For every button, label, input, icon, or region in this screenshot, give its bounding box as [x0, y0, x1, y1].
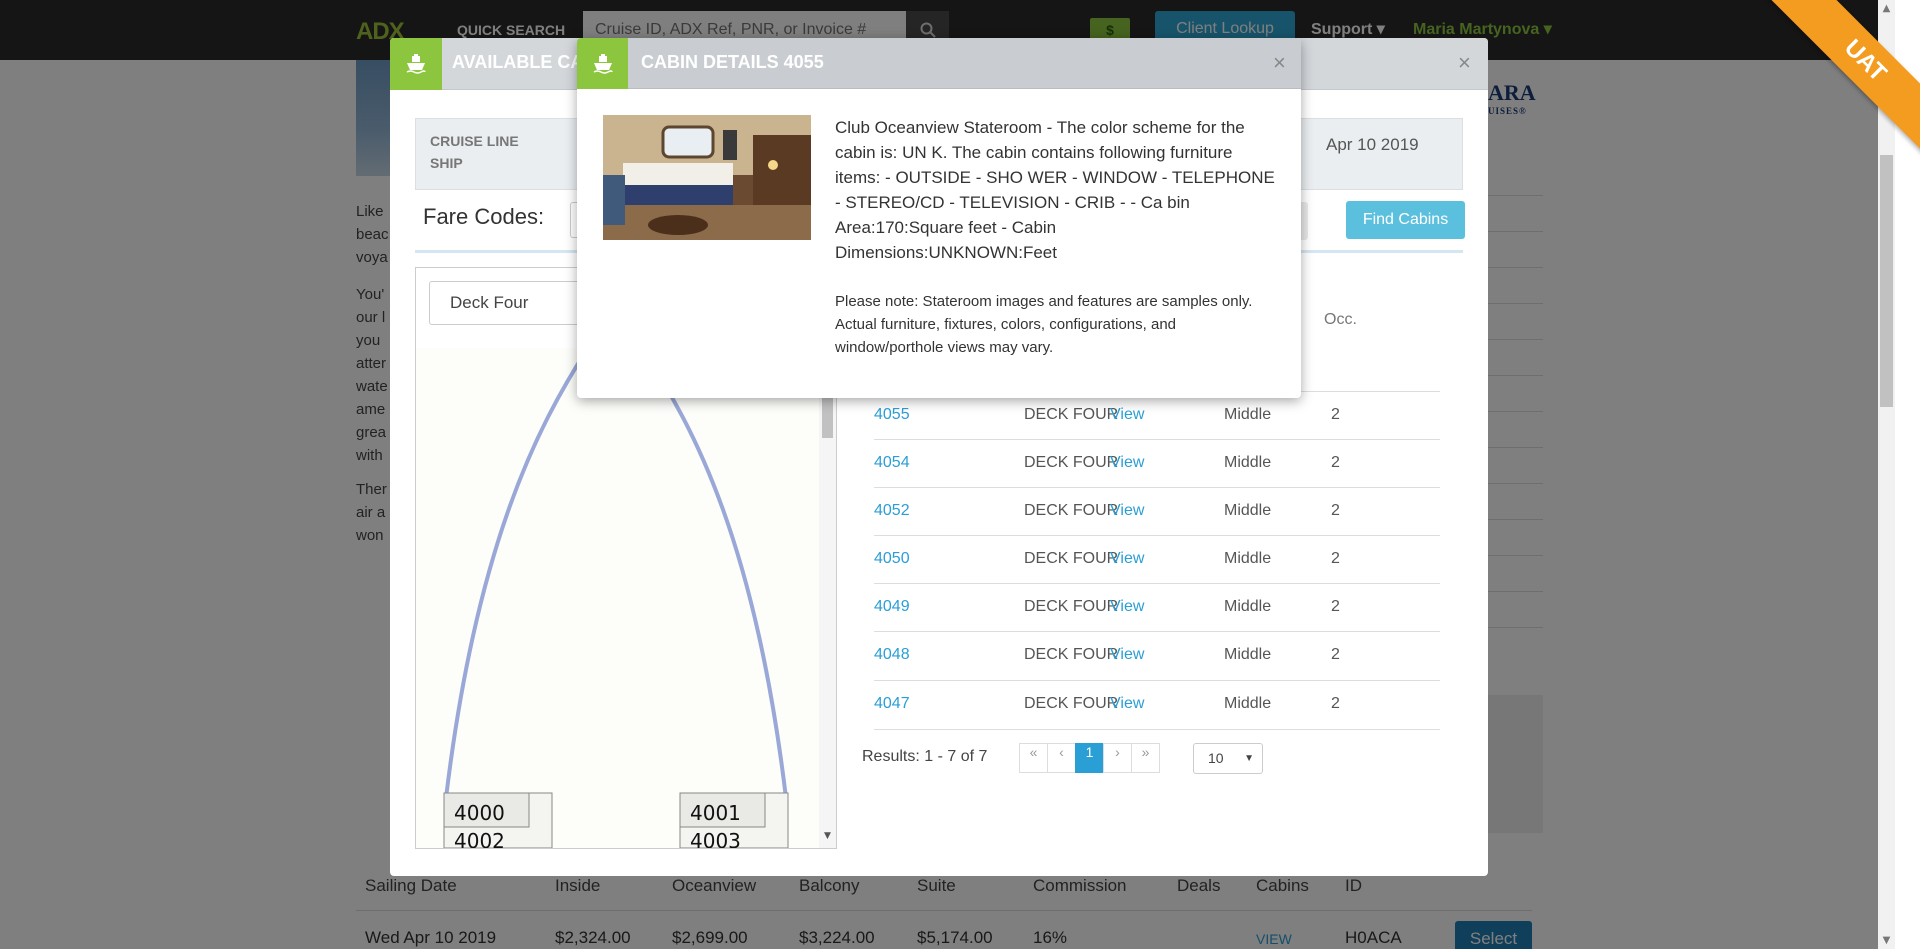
cabin-deck: DECK FOUR [1024, 695, 1119, 712]
cabin-deck: DECK FOUR [1024, 646, 1119, 663]
deck-cabin-label[interactable]: 4002 [454, 829, 505, 848]
scroll-down-arrow-icon[interactable]: ▼ [819, 828, 836, 845]
cabin-number-link[interactable]: 4049 [874, 598, 910, 616]
col-occupancy: Occ. [1324, 311, 1357, 328]
table-row: 4050 DECK FOUR View Middle 2 [874, 535, 1440, 583]
deck-outline: 4000 4002 4001 4003 [443, 346, 789, 848]
cabin-number-link[interactable]: 4055 [874, 406, 910, 424]
cruise-line-label: CRUISE LINE [430, 133, 519, 149]
ship-icon [577, 38, 628, 89]
cabin-location: Middle [1224, 598, 1272, 615]
cabin-number-link[interactable]: 4052 [874, 502, 910, 520]
cabin-number-link[interactable]: 4050 [874, 550, 910, 568]
cabin-location: Middle [1224, 550, 1272, 567]
deck-cabin-label[interactable]: 4003 [690, 829, 741, 848]
scroll-up-arrow-icon[interactable]: ▲ [1878, 0, 1895, 17]
deck-plan-map[interactable]: 4000 4002 4001 4003 [416, 346, 820, 848]
cabin-location: Middle [1224, 695, 1272, 712]
cabin-occupancy: 2 [1331, 598, 1340, 615]
view-deck-link[interactable]: View [1110, 502, 1144, 520]
table-row: 4055 DECK FOUR View Middle 2 [874, 391, 1440, 439]
table-row: 4049 DECK FOUR View Middle 2 [874, 583, 1440, 631]
cabin-description: Club Oceanview Stateroom - The color sch… [835, 118, 1275, 262]
cabin-deck: DECK FOUR [1024, 550, 1119, 567]
fare-codes-label: Fare Codes: [423, 204, 545, 229]
cabin-number-link[interactable]: 4048 [874, 646, 910, 664]
page-size-value: 10 [1208, 750, 1224, 766]
page-scrollbar[interactable] [1878, 0, 1895, 949]
modal-header: CABIN DETAILS 4055 × [577, 38, 1301, 89]
cabin-number-link[interactable]: 4054 [874, 454, 910, 472]
view-deck-link[interactable]: View [1110, 406, 1144, 424]
cabin-occupancy: 2 [1331, 406, 1340, 423]
next-page-button[interactable]: › [1103, 743, 1132, 773]
table-row: 4052 DECK FOUR View Middle 2 [874, 487, 1440, 535]
deck-select[interactable]: Deck Four [429, 281, 584, 325]
cabin-details-modal: CABIN DETAILS 4055 × Club Oceanview Stat… [577, 38, 1301, 398]
prev-page-button[interactable]: ‹ [1047, 743, 1076, 773]
scroll-down-arrow-icon[interactable]: ▼ [1878, 932, 1895, 949]
cabin-location: Middle [1224, 454, 1272, 471]
first-page-button[interactable]: « [1019, 743, 1048, 773]
cabin-disclaimer: Please note: Stateroom images and featur… [835, 293, 1253, 356]
cabin-deck: DECK FOUR [1024, 454, 1119, 471]
page-scrollbar-thumb[interactable] [1880, 155, 1893, 407]
table-row: 4047 DECK FOUR View Middle 2 [874, 680, 1440, 728]
view-deck-link[interactable]: View [1110, 646, 1144, 664]
deck-cabin-label[interactable]: 4001 [690, 801, 741, 825]
view-deck-link[interactable]: View [1110, 454, 1144, 472]
close-icon[interactable]: × [1273, 52, 1286, 74]
ship-icon [390, 38, 442, 90]
page-size-select[interactable]: 10 ▼ [1193, 743, 1263, 774]
cabin-deck: DECK FOUR [1024, 502, 1119, 519]
view-deck-link[interactable]: View [1110, 695, 1144, 713]
ship-label: SHIP [430, 155, 463, 171]
cabin-occupancy: 2 [1331, 646, 1340, 663]
cabin-location: Middle [1224, 646, 1272, 663]
divider [874, 729, 1440, 730]
table-row: 4048 DECK FOUR View Middle 2 [874, 631, 1440, 679]
cabin-number-link[interactable]: 4047 [874, 695, 910, 713]
cabin-deck: DECK FOUR [1024, 598, 1119, 615]
cabin-occupancy: 2 [1331, 454, 1340, 471]
cabin-location: Middle [1224, 406, 1272, 423]
find-cabins-button[interactable]: Find Cabins [1346, 201, 1465, 239]
view-deck-link[interactable]: View [1110, 598, 1144, 616]
view-deck-link[interactable]: View [1110, 550, 1144, 568]
page-1-button[interactable]: 1 [1075, 743, 1104, 773]
caret-down-icon: ▼ [1244, 753, 1254, 764]
sailing-date-text: Apr 10 2019 [1326, 135, 1419, 154]
table-row: 4054 DECK FOUR View Middle 2 [874, 439, 1440, 487]
cabin-occupancy: 2 [1331, 695, 1340, 712]
cabin-location: Middle [1224, 502, 1272, 519]
cabin-photo [603, 115, 811, 240]
modal-title: CABIN DETAILS 4055 [641, 52, 824, 72]
close-icon[interactable]: × [1458, 52, 1471, 74]
pagination: « ‹ 1 › » [1019, 743, 1160, 773]
deck-cabin-label[interactable]: 4000 [454, 801, 505, 825]
cabin-occupancy: 2 [1331, 502, 1340, 519]
cabin-occupancy: 2 [1331, 550, 1340, 567]
cabin-deck: DECK FOUR [1024, 406, 1119, 423]
last-page-button[interactable]: » [1131, 743, 1160, 773]
results-count: Results: 1 - 7 of 7 [862, 748, 988, 765]
